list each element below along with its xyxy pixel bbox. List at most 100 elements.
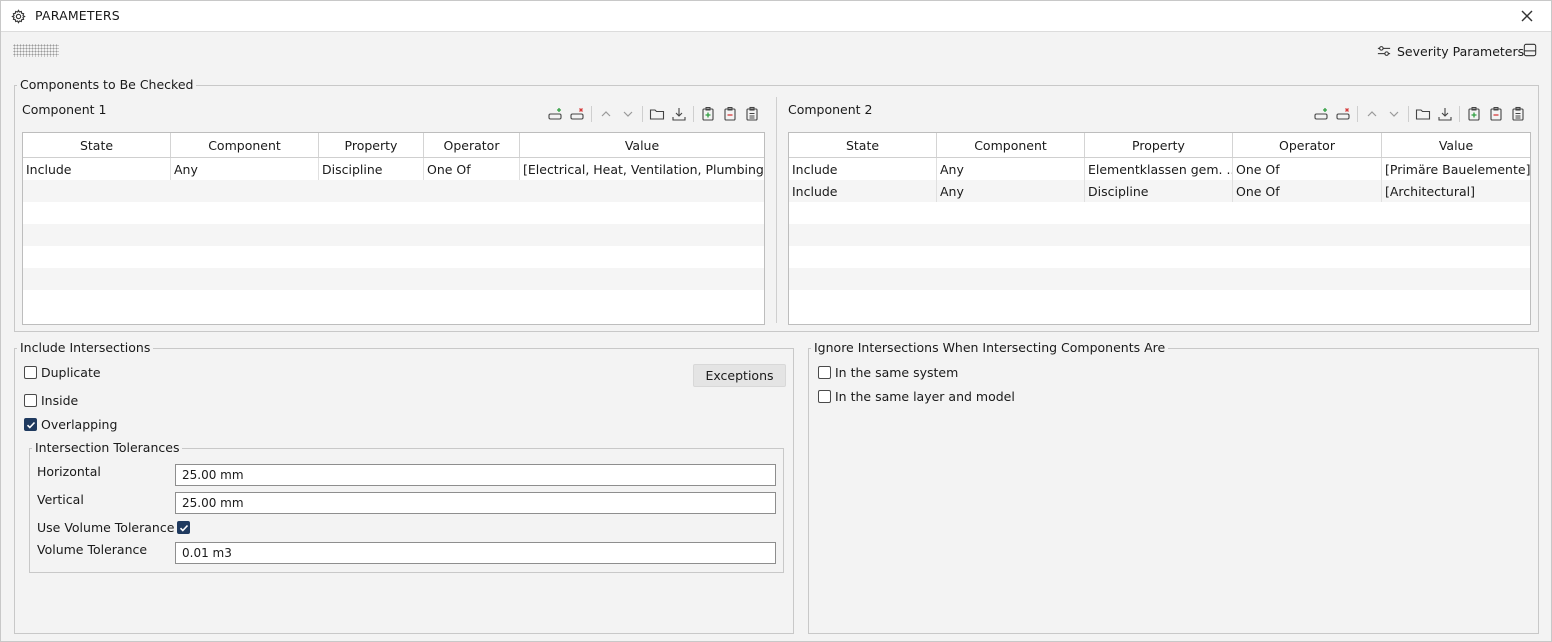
vertical-input[interactable]: 25.00 mm <box>175 492 776 514</box>
panel-toggle-icon[interactable] <box>1523 43 1537 57</box>
column-state[interactable]: State <box>23 133 171 157</box>
remove-rule-button[interactable] <box>566 104 588 124</box>
component1-title: Component 1 <box>22 102 107 117</box>
move-down-button[interactable] <box>1383 104 1405 124</box>
remove-set-button[interactable] <box>719 104 741 124</box>
clipboard-add-icon <box>702 107 714 121</box>
duplicate-check-box[interactable] <box>24 366 37 379</box>
sliders-icon <box>1377 46 1391 56</box>
intersection-tolerances-legend: Intersection Tolerances <box>32 440 183 455</box>
table-row[interactable]: Include Any Discipline One Of [Architect… <box>789 180 1530 202</box>
chevron-up-icon <box>1367 111 1377 117</box>
empty-row <box>23 246 764 268</box>
folder-icon <box>649 109 665 120</box>
toolbar-separator <box>1408 106 1409 122</box>
same-system-checkbox[interactable]: In the same system <box>818 365 958 380</box>
cell-state: Include <box>789 158 937 180</box>
download-icon <box>1438 108 1452 121</box>
column-value[interactable]: Value <box>1382 133 1530 157</box>
overlapping-check-box[interactable] <box>24 418 37 431</box>
table-row[interactable]: Include Any Discipline One Of [Electrica… <box>23 158 764 180</box>
add-row-icon <box>548 108 562 120</box>
open-folder-button[interactable] <box>646 104 668 124</box>
include-intersections-legend: Include Intersections <box>17 340 154 355</box>
move-up-button[interactable] <box>595 104 617 124</box>
component1-table: State Component Property Operator Value … <box>22 132 765 325</box>
cell-property: Discipline <box>1085 180 1233 202</box>
parameters-dialog: PARAMETERS Severity Parameters Component… <box>0 0 1552 642</box>
remove-rule-button[interactable] <box>1332 104 1354 124</box>
volume-tolerance-input[interactable]: 0.01 m3 <box>175 542 776 564</box>
cell-value: [Architectural] <box>1385 183 1475 199</box>
overlapping-label: Overlapping <box>41 417 118 432</box>
clipboard-list-button[interactable] <box>1507 104 1529 124</box>
exceptions-button[interactable]: Exceptions <box>693 364 786 387</box>
toolbar-separator <box>693 106 694 122</box>
import-button[interactable] <box>1434 104 1456 124</box>
horizontal-input[interactable]: 25.00 mm <box>175 464 776 486</box>
empty-row <box>789 268 1530 290</box>
cell-operator: One Of <box>1233 158 1382 180</box>
toolbar-separator <box>1459 106 1460 122</box>
volume-tolerance-label: Volume Tolerance <box>37 542 148 557</box>
cell-property: Discipline <box>319 158 424 180</box>
column-operator[interactable]: Operator <box>424 133 520 157</box>
drag-grip-icon[interactable] <box>13 44 59 57</box>
remove-row-icon <box>1336 108 1350 120</box>
same-layer-checkbox[interactable]: In the same layer and model <box>818 389 1015 404</box>
clipboard-list-icon <box>746 106 758 121</box>
inside-checkbox[interactable]: Inside <box>24 393 78 408</box>
column-component[interactable]: Component <box>937 133 1085 157</box>
same-system-check-box[interactable] <box>818 366 831 379</box>
column-property[interactable]: Property <box>1085 133 1233 157</box>
same-layer-check-box[interactable] <box>818 390 831 403</box>
checkmark-icon <box>26 421 35 429</box>
duplicate-checkbox[interactable]: Duplicate <box>24 365 101 380</box>
column-operator[interactable]: Operator <box>1233 133 1382 157</box>
same-system-label: In the same system <box>835 365 959 380</box>
cell-component: Any <box>171 158 319 180</box>
column-state[interactable]: State <box>789 133 937 157</box>
empty-row <box>23 290 764 312</box>
folder-icon <box>1415 109 1431 120</box>
add-row-icon <box>1314 108 1328 120</box>
chevron-down-icon <box>1389 111 1399 117</box>
add-set-button[interactable] <box>1463 104 1485 124</box>
cell-value: [Primäre Bauelemente] <box>1385 161 1530 177</box>
cell-component: Any <box>937 158 1085 180</box>
overlapping-checkbox[interactable]: Overlapping <box>24 417 117 432</box>
add-set-button[interactable] <box>697 104 719 124</box>
empty-row <box>789 202 1530 224</box>
import-button[interactable] <box>668 104 690 124</box>
close-icon[interactable] <box>1519 8 1535 24</box>
column-property[interactable]: Property <box>319 133 424 157</box>
column-value[interactable]: Value <box>520 133 764 157</box>
add-rule-button[interactable] <box>544 104 566 124</box>
components-divider[interactable] <box>776 97 777 323</box>
table-header: State Component Property Operator Value <box>789 133 1530 158</box>
remove-set-button[interactable] <box>1485 104 1507 124</box>
vertical-label: Vertical <box>37 492 84 507</box>
cell-value: [Electrical, Heat, Ventilation, Plumbing… <box>523 161 764 177</box>
table-row[interactable]: Include Any Elementklassen gem. ... One … <box>789 158 1530 180</box>
use-volume-tolerance-checkbox[interactable] <box>177 521 190 534</box>
ignore-intersections-legend: Ignore Intersections When Intersecting C… <box>811 340 1169 355</box>
component1-toolbar <box>544 104 763 124</box>
clipboard-list-button[interactable] <box>741 104 763 124</box>
severity-parameters-button[interactable]: Severity Parameters <box>1377 42 1524 60</box>
clipboard-remove-icon <box>1490 107 1502 121</box>
move-down-button[interactable] <box>617 104 639 124</box>
table-header: State Component Property Operator Value <box>23 133 764 158</box>
cell-component: Any <box>937 180 1085 202</box>
toolbar-separator <box>591 106 592 122</box>
move-up-button[interactable] <box>1361 104 1383 124</box>
open-folder-button[interactable] <box>1412 104 1434 124</box>
window-title: PARAMETERS <box>35 8 120 23</box>
inside-check-box[interactable] <box>24 394 37 407</box>
empty-row <box>23 224 764 246</box>
add-rule-button[interactable] <box>1310 104 1332 124</box>
same-layer-label: In the same layer and model <box>835 389 1015 404</box>
component2-title: Component 2 <box>788 102 873 117</box>
column-component[interactable]: Component <box>171 133 319 157</box>
remove-row-icon <box>570 108 584 120</box>
